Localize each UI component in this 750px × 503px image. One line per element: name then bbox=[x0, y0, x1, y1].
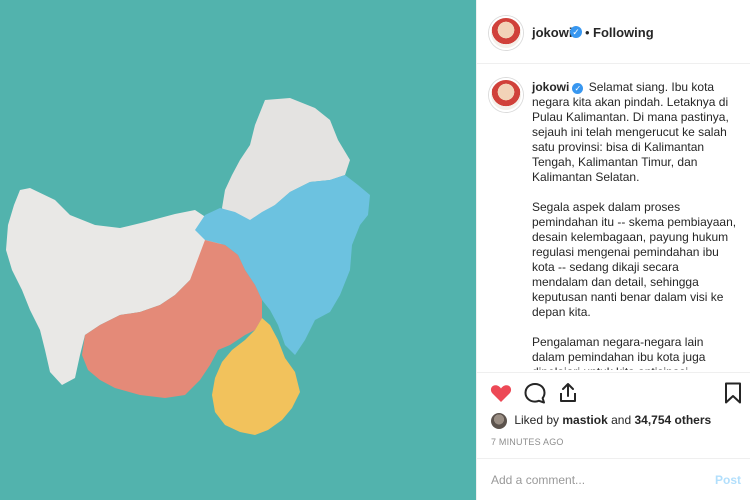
comment-icon bbox=[524, 383, 546, 404]
comment-input[interactable] bbox=[489, 469, 693, 491]
caption-text: jokowi ✓ Selamat siang. Ibu kota negara k… bbox=[532, 80, 738, 370]
likes-summary: Liked by mastiok and 34,754 others bbox=[491, 413, 711, 429]
like-button[interactable] bbox=[489, 381, 515, 407]
post-side-panel: jokowi ✓ • Following jokowi ✓ Selamat sia… bbox=[476, 0, 750, 500]
post-timestamp[interactable]: 7 MINUTES AGO bbox=[491, 437, 564, 447]
likes-count[interactable]: 34,754 others bbox=[634, 413, 711, 427]
post-comment-button[interactable]: Post bbox=[715, 473, 741, 487]
verified-badge-icon: ✓ bbox=[570, 26, 582, 38]
bookmark-icon bbox=[725, 382, 741, 404]
liker-username[interactable]: mastiok bbox=[562, 413, 607, 427]
post-image[interactable] bbox=[0, 0, 476, 500]
kalimantan-map-illustration bbox=[0, 0, 476, 500]
header-separator: • bbox=[585, 25, 590, 40]
caption-paragraph-1: Selamat siang. Ibu kota negara kita akan… bbox=[532, 80, 729, 184]
caption-verified-icon: ✓ bbox=[572, 83, 584, 94]
caption-paragraph-3: Pengalaman negara-negara lain dalam pemi… bbox=[532, 335, 706, 370]
save-button[interactable] bbox=[721, 381, 747, 407]
header-username[interactable]: jokowi bbox=[532, 25, 572, 40]
likes-prefix: Liked by bbox=[514, 413, 560, 428]
likes-conjunction: and bbox=[611, 413, 632, 428]
share-button[interactable] bbox=[556, 381, 582, 407]
caption-area[interactable]: jokowi ✓ Selamat siang. Ibu kota negara k… bbox=[477, 64, 750, 370]
heart-icon bbox=[490, 385, 512, 402]
comment-box: Post bbox=[477, 458, 750, 500]
caption-paragraph-2: Segala aspek dalam proses pemindahan itu… bbox=[532, 200, 737, 319]
profile-avatar[interactable] bbox=[489, 16, 523, 50]
following-button[interactable]: Following bbox=[593, 25, 654, 40]
caption-avatar[interactable] bbox=[489, 78, 523, 112]
share-icon bbox=[560, 383, 576, 402]
caption-username[interactable]: jokowi bbox=[532, 80, 569, 94]
comment-button[interactable] bbox=[523, 381, 549, 407]
post-header: jokowi ✓ • Following bbox=[477, 0, 750, 64]
liker-avatar[interactable] bbox=[491, 413, 507, 429]
